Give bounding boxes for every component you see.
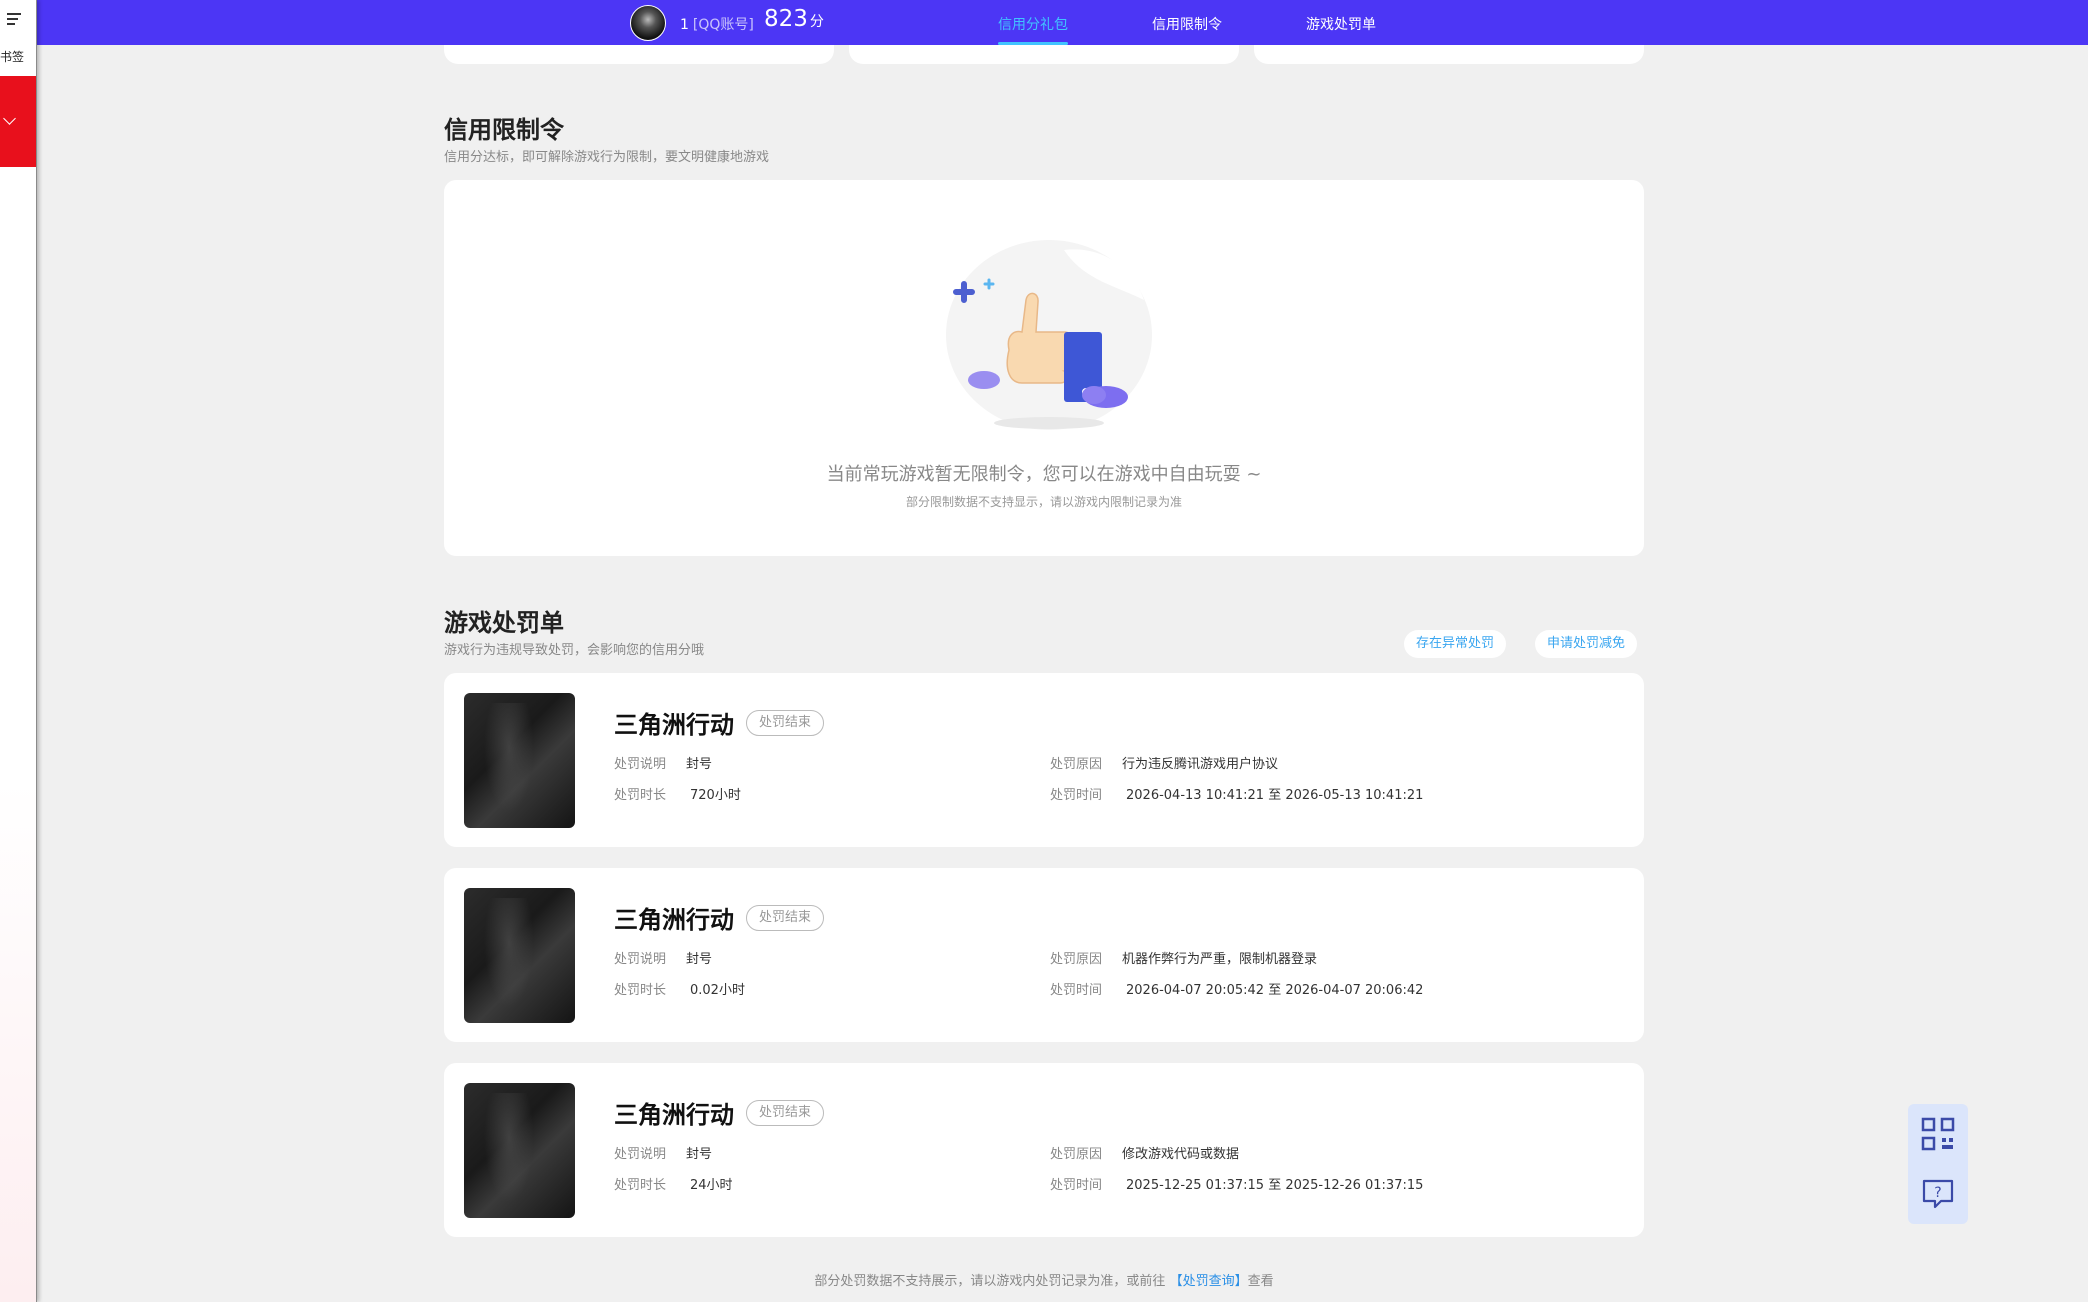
abnormal-penalty-button[interactable]: 存在异常处罚 xyxy=(1404,630,1507,658)
score-unit: 分 xyxy=(809,14,824,30)
footer-text-after: 查看 xyxy=(1247,1274,1274,1289)
reason-value: 行为违反腾讯游戏用户协议 xyxy=(1122,757,1279,772)
time-value: 2026-04-07 20:05:42 至 2026-04-07 20:06:4… xyxy=(1126,983,1424,998)
duration-label: 处罚时长 xyxy=(614,788,667,803)
time-label: 处罚时间 xyxy=(1050,1178,1103,1193)
duration-value: 0.02小时 xyxy=(690,983,745,998)
top-navbar: 1 [QQ账号] 823 分 信用分礼包 信用限制令 游戏处罚单 xyxy=(37,0,2088,45)
chevron-down-icon xyxy=(3,112,16,125)
game-name: 三角洲行动 xyxy=(614,711,734,739)
time-value: 2026-04-13 10:41:21 至 2026-05-13 10:41:2… xyxy=(1126,788,1424,803)
footer-note: 部分处罚数据不支持展示，请以游戏内处罚记录为准，或前往 【处罚查询】查看 xyxy=(0,1270,2088,1289)
desc-label: 处罚说明 xyxy=(614,1147,667,1162)
time-label: 处罚时间 xyxy=(1050,788,1103,803)
status-badge: 处罚结束 xyxy=(746,905,825,931)
thumbs-up-illustration xyxy=(946,240,1152,430)
penalty-query-link[interactable]: 【处罚查询】 xyxy=(1170,1274,1248,1289)
time-label: 处罚时间 xyxy=(1050,983,1103,998)
restriction-subtitle: 信用分达标，即可解除游戏行为限制，要文明健康地游戏 xyxy=(444,150,770,165)
menu-icon[interactable] xyxy=(7,13,23,25)
tab-credit-restriction[interactable]: 信用限制令 xyxy=(1152,14,1222,45)
account-info: 1 [QQ账号] xyxy=(680,14,754,34)
desc-value: 封号 xyxy=(686,1147,713,1162)
feedback-button[interactable]: ? xyxy=(1908,1164,1968,1224)
penalty-card[interactable]: 三角洲行动 处罚结束 处罚说明 封号 处罚时长 720小时 处罚原因 行为违反腾… xyxy=(444,673,1644,847)
penalty-title: 游戏处罚单 xyxy=(444,609,564,637)
help-chat-icon: ? xyxy=(1922,1179,1954,1209)
game-name: 三角洲行动 xyxy=(614,906,734,934)
penalty-card[interactable]: 三角洲行动 处罚结束 处罚说明 封号 处罚时长 24小时 处罚原因 修改游戏代码… xyxy=(444,1063,1644,1237)
credit-score: 823 分 xyxy=(764,6,824,32)
score-value: 823 xyxy=(764,6,808,32)
reason-value: 机器作弊行为严重，限制机器登录 xyxy=(1122,952,1318,967)
account-type: [QQ账号] xyxy=(692,17,754,33)
restriction-title: 信用限制令 xyxy=(444,116,564,144)
duration-value: 720小时 xyxy=(690,788,741,803)
desc-label: 处罚说明 xyxy=(614,952,667,967)
reason-label: 处罚原因 xyxy=(1050,952,1103,967)
duration-label: 处罚时长 xyxy=(614,983,667,998)
time-value: 2025-12-25 01:37:15 至 2025-12-26 01:37:1… xyxy=(1126,1178,1424,1193)
status-badge: 处罚结束 xyxy=(746,1100,825,1126)
game-name: 三角洲行动 xyxy=(614,1101,734,1129)
qr-code-button[interactable] xyxy=(1908,1104,1968,1164)
game-thumbnail xyxy=(464,693,575,828)
duration-label: 处罚时长 xyxy=(614,1178,667,1193)
sidebar-red-tab[interactable] xyxy=(0,76,36,167)
account-id: 1 xyxy=(680,17,689,33)
reason-value: 修改游戏代码或数据 xyxy=(1122,1147,1240,1162)
tab-credit-gift[interactable]: 信用分礼包 xyxy=(998,14,1068,45)
duration-value: 24小时 xyxy=(690,1178,733,1193)
tab-game-penalty[interactable]: 游戏处罚单 xyxy=(1306,14,1376,45)
footer-text: 部分处罚数据不支持展示，请以游戏内处罚记录为准，或前往 xyxy=(814,1274,1166,1289)
penalty-card[interactable]: 三角洲行动 处罚结束 处罚说明 封号 处罚时长 0.02小时 处罚原因 机器作弊… xyxy=(444,868,1644,1042)
bookmark-label[interactable]: 书签 xyxy=(0,48,30,65)
reason-label: 处罚原因 xyxy=(1050,1147,1103,1162)
reason-label: 处罚原因 xyxy=(1050,757,1103,772)
status-badge: 处罚结束 xyxy=(746,710,825,736)
restriction-card: 当前常玩游戏暂无限制令，您可以在游戏中自由玩耍 ~ 部分限制数据不支持显示，请以… xyxy=(444,180,1644,556)
penalty-subtitle: 游戏行为违规导致处罚，会影响您的信用分哦 xyxy=(444,643,705,658)
avatar xyxy=(630,5,666,41)
empty-message: 当前常玩游戏暂无限制令，您可以在游戏中自由玩耍 ~ xyxy=(826,464,1262,485)
desc-value: 封号 xyxy=(686,757,713,772)
empty-submessage: 部分限制数据不支持显示，请以游戏内限制记录为准 xyxy=(905,495,1182,509)
game-thumbnail xyxy=(464,1083,575,1218)
desc-label: 处罚说明 xyxy=(614,757,667,772)
appeal-penalty-button[interactable]: 申请处罚减免 xyxy=(1535,630,1638,658)
qr-code-icon xyxy=(1921,1117,1955,1151)
desc-value: 封号 xyxy=(686,952,713,967)
browser-sidebar: 书签 xyxy=(0,0,37,1302)
game-thumbnail xyxy=(464,888,575,1023)
svg-text:?: ? xyxy=(1934,1185,1941,1201)
